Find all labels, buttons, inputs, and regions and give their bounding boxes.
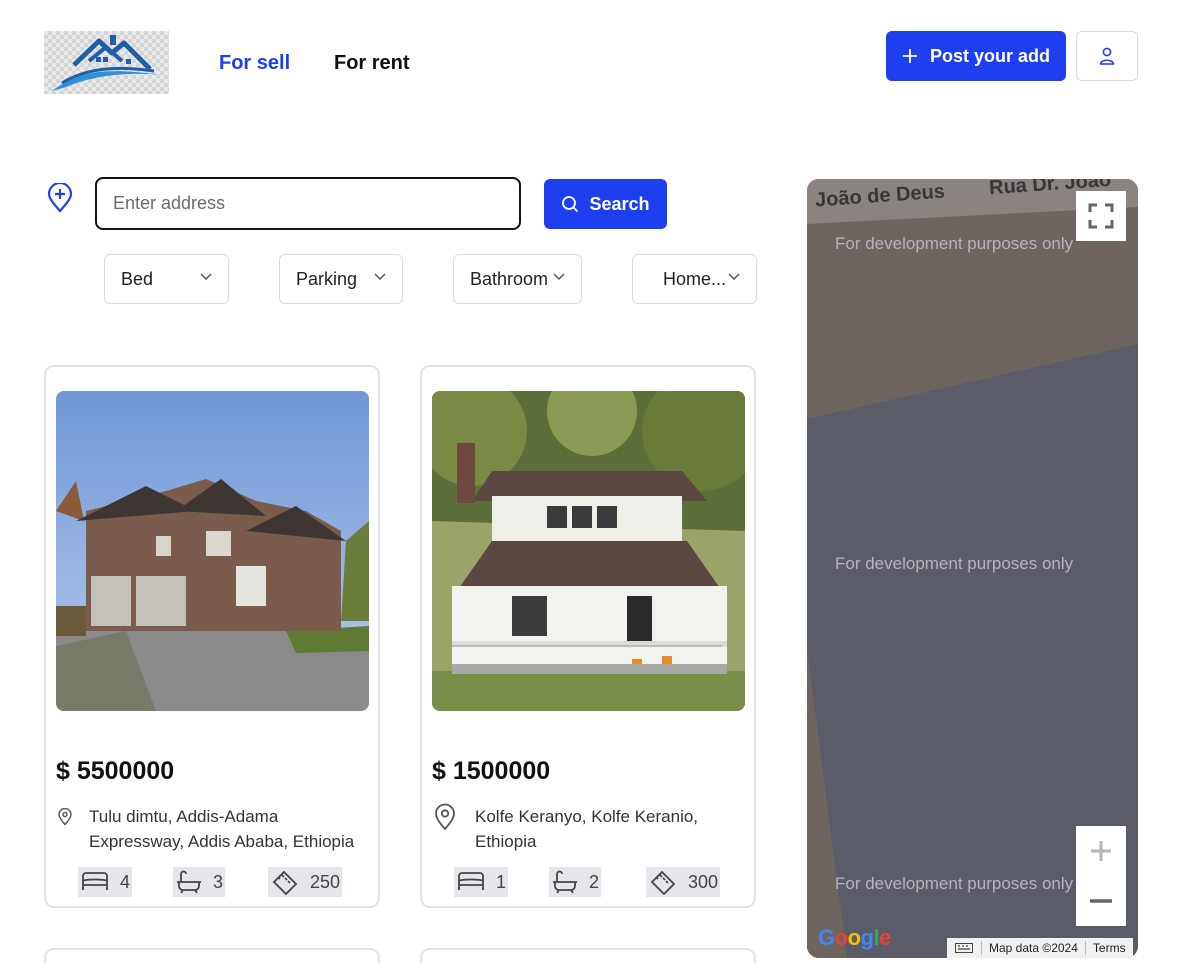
address-search-input[interactable] [95,177,521,230]
baths-stat: 3 [173,867,226,897]
area-value: 300 [688,871,719,892]
filter-home-type-label: Home... [663,268,727,289]
zoom-in-button[interactable] [1076,826,1126,876]
location-pin-icon [58,808,72,826]
bed-icon [458,872,484,890]
beds-stat: 1 [454,867,509,897]
bathtub-icon [553,870,577,894]
minus-icon [1090,899,1112,903]
zoom-out-button[interactable] [1076,876,1126,926]
map-data-label: Map data ©2024 [981,941,1085,955]
fullscreen-button[interactable] [1076,191,1126,241]
nav-for-rent[interactable]: For rent [334,52,410,75]
chevron-down-icon [553,273,565,281]
keyboard-shortcuts-button[interactable] [947,943,981,953]
fullscreen-icon [1088,203,1114,229]
listing-photo[interactable] [432,391,745,711]
filter-bathroom-dropdown[interactable]: Bathroom [453,254,582,304]
listing-price: $ 5500000 [56,757,175,785]
post-ad-button[interactable]: Post your add [886,31,1066,81]
filter-home-type-dropdown[interactable]: Home... [632,254,757,304]
map-watermark: For development purposes only [835,234,1074,253]
user-account-button[interactable] [1076,31,1138,81]
site-logo[interactable] [44,31,169,94]
filter-bathroom-label: Bathroom [470,268,549,289]
listing-address: Kolfe Keranyo, Kolfe Keranio, Ethiopia [475,807,699,851]
beds-value: 1 [496,871,507,892]
search-icon [562,196,579,213]
chevron-down-icon [200,273,212,281]
plus-icon [902,49,917,63]
ruler-icon [650,870,676,895]
keyboard-icon [955,943,973,953]
house-logo-icon [52,35,162,91]
listing-card[interactable]: $ 5500000 Tulu dimtu, Addis-Adama Expres… [44,365,380,908]
google-logo[interactable]: Google [818,925,891,951]
filter-parking-dropdown[interactable]: Parking [279,254,403,304]
listing-price: $ 1500000 [432,757,551,785]
location-pin-icon [435,803,455,831]
nav-for-sell[interactable]: For sell [219,52,290,75]
beds-stat: 4 [78,867,133,897]
chevron-down-icon [728,273,740,281]
map-attribution: Map data ©2024 Terms [947,938,1133,958]
search-button-label: Search [589,193,650,214]
listing-card[interactable] [420,948,756,963]
location-pin-plus-icon[interactable] [47,183,73,213]
ruler-icon [272,870,298,895]
baths-value: 2 [589,871,600,892]
search-button[interactable]: Search [544,179,667,229]
beds-value: 4 [120,871,131,892]
listing-photo[interactable] [56,391,369,711]
filter-bed-dropdown[interactable]: Bed [104,254,229,304]
plus-icon [1091,841,1111,861]
chevron-down-icon [374,273,386,281]
area-value: 250 [310,871,341,892]
map-watermark: For development purposes only [835,554,1074,573]
area-stat: 300 [646,867,721,897]
map-watermark: For development purposes only [835,874,1074,893]
baths-value: 3 [213,871,224,892]
listing-card[interactable]: $ 1500000 Kolfe Keranyo, Kolfe Keranio, … [420,365,756,908]
listing-card[interactable] [44,948,380,963]
map-panel[interactable]: João de Deus Rua Dr. João For developmen… [807,179,1138,958]
user-icon [1099,47,1115,65]
post-ad-label: Post your add [929,45,1050,66]
area-stat: 250 [268,867,343,897]
filter-bed-label: Bed [121,268,154,289]
filter-parking-label: Parking [296,268,358,289]
bed-icon [82,872,108,890]
terms-link[interactable]: Terms [1084,941,1133,955]
listing-address: Tulu dimtu, Addis-Adama Expressway, Addi… [89,807,355,851]
bathtub-icon [177,870,201,894]
baths-stat: 2 [549,867,602,897]
